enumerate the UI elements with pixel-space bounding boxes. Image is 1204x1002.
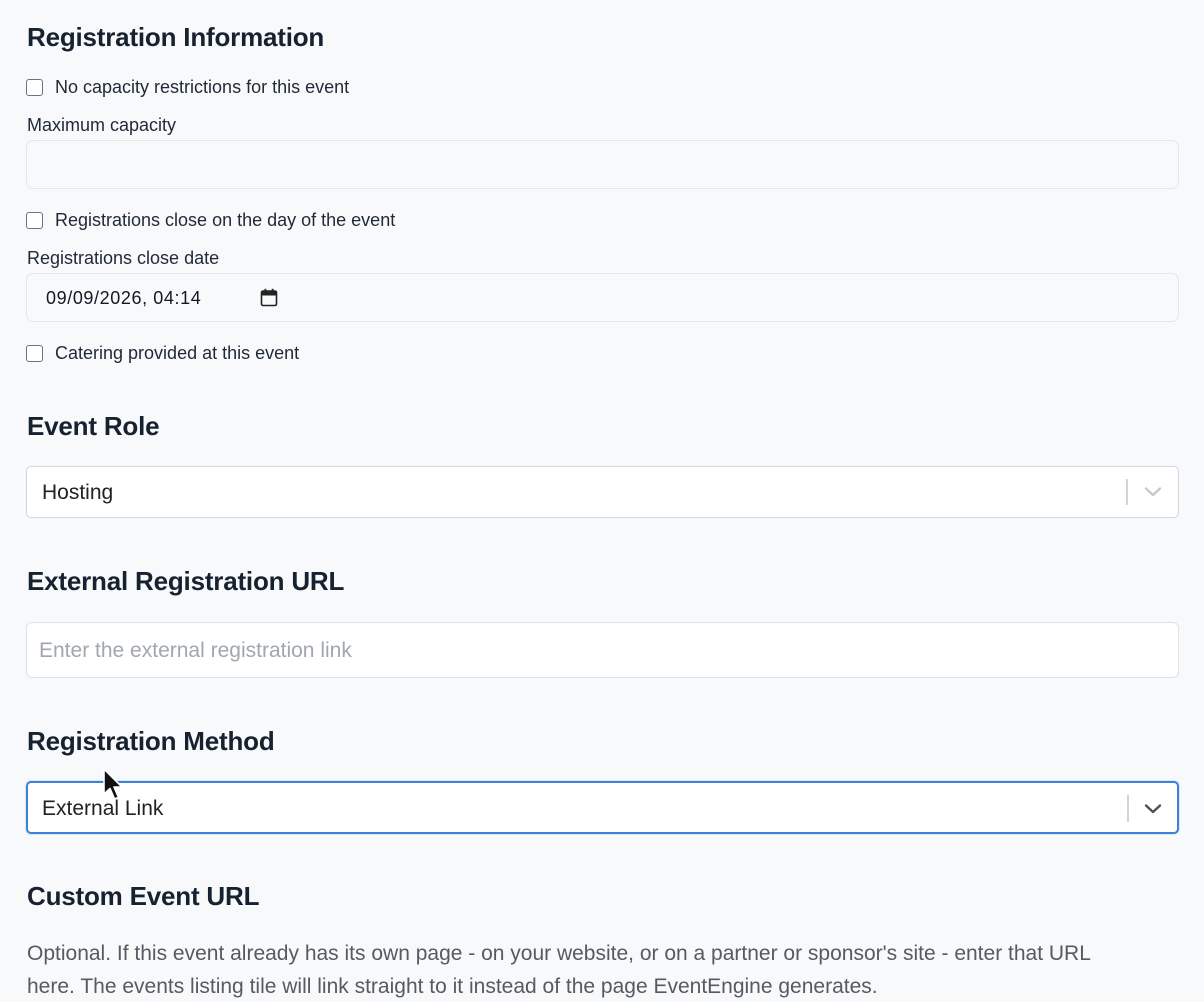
event-role-select[interactable]: Hosting [26,466,1179,518]
close-day-checkbox[interactable] [26,212,43,229]
close-day-label: Registrations close on the day of the ev… [55,210,396,230]
no-capacity-label: No capacity restrictions for this event [55,77,350,97]
custom-url-heading: Custom Event URL [27,881,260,911]
max-capacity-input[interactable] [26,140,1179,189]
external-url-input[interactable]: Enter the external registration link [26,622,1179,678]
chevron-down-icon[interactable] [1144,802,1162,820]
no-capacity-row[interactable]: No capacity restrictions for this event [26,77,349,98]
mouse-cursor-icon [102,768,126,807]
close-date-value: 09/09/2026, 04:14 [46,288,202,308]
close-date-input[interactable]: 09/09/2026, 04:14 [26,273,1179,322]
custom-url-helper: Optional. If this event already has its … [27,937,1197,1002]
registration-method-select[interactable]: External Link [26,781,1179,834]
custom-url-helper-line2: here. The events listing tile will link … [27,975,878,998]
registration-method-heading: Registration Method [27,726,275,756]
event-registration-form: Registration Information No capacity res… [0,0,1204,1002]
close-day-row[interactable]: Registrations close on the day of the ev… [26,210,395,231]
calendar-icon[interactable] [260,288,278,312]
select-separator [1126,479,1128,505]
custom-url-helper-line1: Optional. If this event already has its … [27,942,1091,965]
no-capacity-checkbox[interactable] [26,79,43,96]
catering-row[interactable]: Catering provided at this event [26,343,299,364]
external-url-heading: External Registration URL [27,566,345,596]
event-role-value: Hosting [42,481,114,504]
catering-label: Catering provided at this event [55,343,300,363]
catering-checkbox[interactable] [26,345,43,362]
registration-info-heading: Registration Information [27,22,325,52]
close-date-label: Registrations close date [27,248,220,268]
event-role-heading: Event Role [27,411,160,441]
chevron-down-icon[interactable] [1144,485,1162,503]
external-url-placeholder: Enter the external registration link [39,639,352,662]
max-capacity-label: Maximum capacity [27,115,177,135]
select-separator [1127,795,1129,822]
